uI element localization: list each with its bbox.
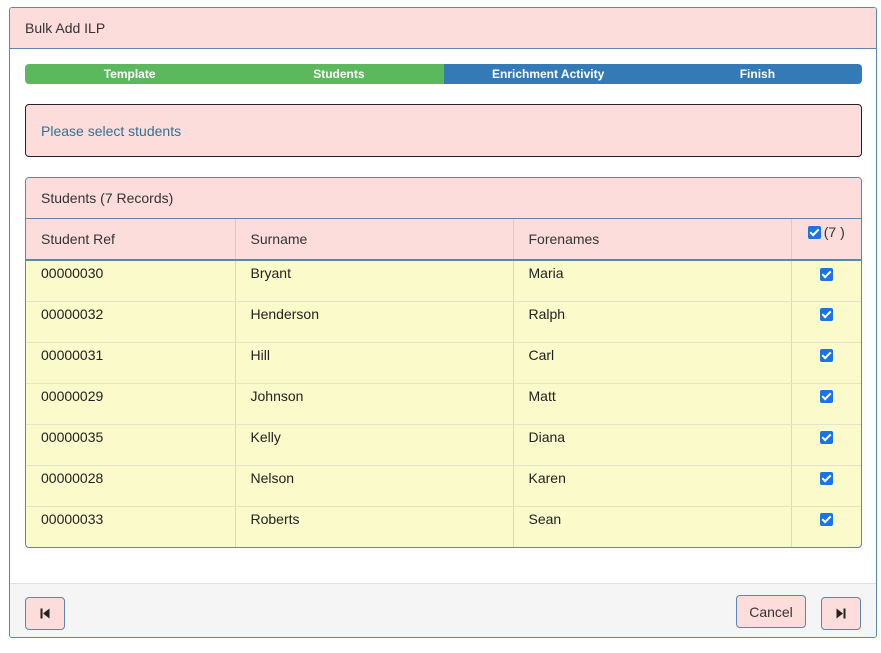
cell-forenames: Karen	[513, 465, 792, 507]
bulk-add-ilp-dialog: Bulk Add ILP Template Students Enrichmen…	[9, 7, 877, 638]
row-checkbox[interactable]	[819, 349, 833, 363]
row-checkbox[interactable]	[819, 431, 833, 445]
cell-surname: Henderson	[235, 301, 514, 343]
row-checkbox[interactable]	[819, 267, 833, 281]
table-row[interactable]: 00000035 Kelly Diana	[26, 424, 861, 466]
dialog-header: Bulk Add ILP	[10, 8, 876, 49]
panel-title: Students (7 Records)	[41, 190, 174, 206]
panel-heading: Students (7 Records)	[26, 178, 861, 219]
cell-surname: Kelly	[235, 424, 514, 466]
cell-forenames: Sean	[513, 506, 792, 547]
wizard-step-students: Students	[234, 64, 444, 84]
cell-student-ref: 00000031	[26, 342, 236, 384]
column-header-select: (7 )	[791, 219, 861, 261]
cell-surname: Nelson	[235, 465, 514, 507]
cell-surname: Bryant	[235, 260, 514, 302]
cell-surname: Hill	[235, 342, 514, 384]
select-students-alert: Please select students	[25, 104, 862, 157]
table-row[interactable]: 00000033 Roberts Sean	[26, 506, 861, 547]
cell-student-ref: 00000033	[26, 506, 236, 547]
row-checkbox[interactable]	[819, 513, 833, 527]
dialog-footer: Cancel	[10, 583, 876, 637]
wizard-step-enrichment-activity: Enrichment Activity	[443, 64, 653, 84]
column-header-forenames[interactable]: Forenames	[513, 219, 792, 261]
selected-count: (7 )	[823, 224, 845, 241]
students-table: Student Ref Surname Forenames (7 ) 00000…	[26, 219, 861, 547]
row-checkbox[interactable]	[819, 308, 833, 322]
table-header-row: Student Ref Surname Forenames (7 )	[26, 219, 861, 261]
cell-student-ref: 00000032	[26, 301, 236, 343]
cell-forenames: Matt	[513, 383, 792, 425]
cell-student-ref: 00000035	[26, 424, 236, 466]
students-panel: Students (7 Records) Student Ref Surname…	[25, 177, 862, 548]
table-row[interactable]: 00000029 Johnson Matt	[26, 383, 861, 425]
first-step-button[interactable]	[25, 597, 65, 630]
cell-student-ref: 00000028	[26, 465, 236, 507]
cell-forenames: Maria	[513, 260, 792, 302]
dialog-title: Bulk Add ILP	[25, 20, 106, 36]
cell-forenames: Carl	[513, 342, 792, 384]
cell-student-ref: 00000029	[26, 383, 236, 425]
table-row[interactable]: 00000030 Bryant Maria	[26, 260, 861, 302]
cell-surname: Roberts	[235, 506, 514, 547]
select-all-checkbox[interactable]	[807, 225, 821, 239]
cell-forenames: Ralph	[513, 301, 792, 343]
alert-message: Please select students	[41, 122, 182, 139]
skip-to-first-icon	[40, 608, 50, 619]
next-step-button[interactable]	[821, 597, 861, 630]
cell-select	[791, 383, 861, 425]
wizard-progress: Template Students Enrichment Activity Fi…	[25, 64, 862, 84]
skip-to-next-icon	[836, 608, 846, 619]
cell-forenames: Diana	[513, 424, 792, 466]
cell-surname: Johnson	[235, 383, 514, 425]
cell-student-ref: 00000030	[26, 260, 236, 302]
cell-select	[791, 342, 861, 384]
column-header-surname[interactable]: Surname	[235, 219, 514, 261]
row-checkbox[interactable]	[819, 390, 833, 404]
cell-select	[791, 424, 861, 466]
cell-select	[791, 465, 861, 507]
cell-select	[791, 260, 861, 302]
cell-select	[791, 301, 861, 343]
table-row[interactable]: 00000032 Henderson Ralph	[26, 301, 861, 343]
cell-select	[791, 506, 861, 547]
row-checkbox[interactable]	[819, 472, 833, 486]
column-header-student-ref[interactable]: Student Ref	[26, 219, 236, 261]
table-row[interactable]: 00000028 Nelson Karen	[26, 465, 861, 507]
wizard-step-finish: Finish	[652, 64, 862, 84]
wizard-step-template: Template	[25, 64, 235, 84]
cancel-button[interactable]: Cancel	[736, 595, 806, 628]
table-row[interactable]: 00000031 Hill Carl	[26, 342, 861, 384]
